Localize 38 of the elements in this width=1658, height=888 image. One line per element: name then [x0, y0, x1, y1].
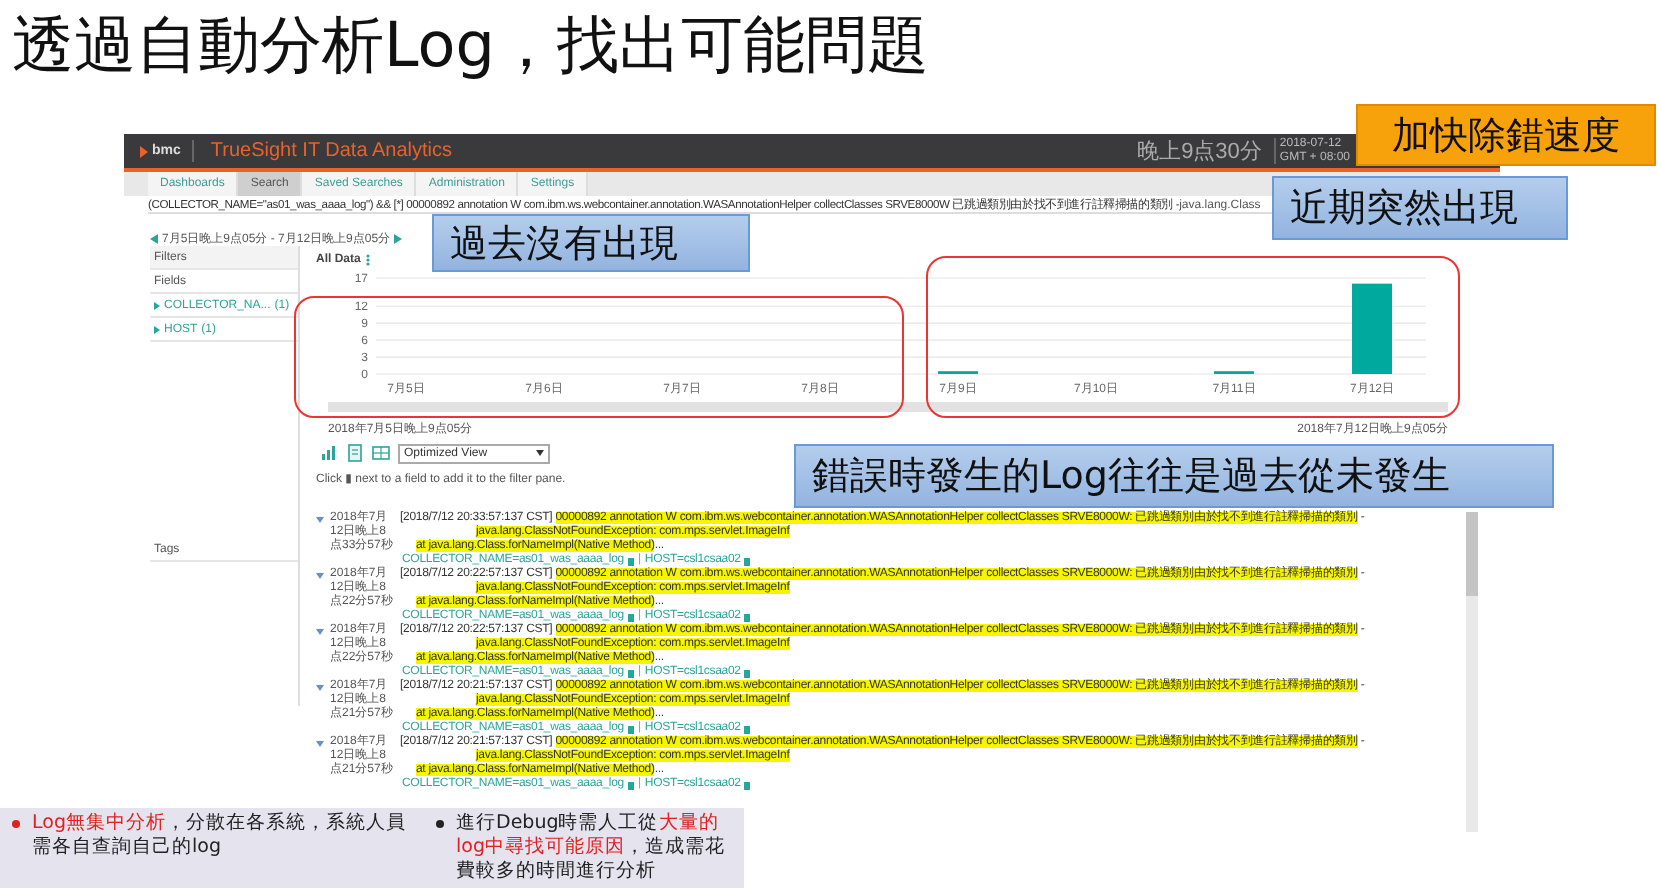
slide-title: 透過自動分析Log，找出可能問題	[12, 8, 929, 86]
product-name: TrueSight IT Data Analytics	[192, 140, 453, 162]
callout-box: 錯誤時發生的Log往往是過去從未發生	[794, 444, 1554, 508]
bookmark-icon[interactable]	[744, 613, 751, 621]
bookmark-icon[interactable]	[744, 557, 751, 565]
more-icon[interactable]	[366, 254, 371, 266]
table-icon[interactable]	[372, 444, 390, 462]
document-icon[interactable]	[346, 444, 364, 462]
chart-bar	[1352, 283, 1392, 374]
callout-box: 近期突然出現	[1272, 176, 1568, 240]
bookmark-icon[interactable]	[628, 613, 634, 621]
next-icon[interactable]	[394, 233, 403, 243]
expand-icon[interactable]	[316, 516, 324, 524]
bookmark-icon[interactable]	[628, 725, 634, 733]
expand-icon[interactable]	[154, 325, 160, 333]
scrollbar-thumb[interactable]	[1466, 512, 1478, 596]
bookmark-icon[interactable]	[744, 725, 751, 733]
bookmark-icon[interactable]	[628, 557, 634, 565]
bookmark-icon[interactable]	[744, 781, 751, 789]
bullet-icon	[436, 820, 444, 828]
expand-icon[interactable]	[316, 572, 324, 580]
bookmark-icon[interactable]	[744, 669, 751, 677]
expand-icon[interactable]	[316, 684, 324, 692]
bullet-icon	[12, 820, 20, 828]
expand-icon[interactable]	[316, 740, 324, 748]
note-text: 進行Debug時需人工從 大量的log中尋找可能原因，造成需花費較多的時間進行分析	[456, 812, 727, 886]
expand-icon[interactable]	[154, 301, 160, 309]
callout-box: 過去沒有出現	[432, 214, 750, 272]
bookmark-icon[interactable]	[628, 781, 634, 789]
caret-icon	[536, 450, 544, 456]
expand-icon[interactable]	[316, 628, 324, 636]
bar-chart-icon[interactable]	[320, 444, 338, 462]
time-range-slider[interactable]	[328, 402, 1448, 412]
callout-box: 加快除錯速度	[1356, 104, 1656, 166]
clock-text: 晚上9点30分	[1137, 137, 1262, 166]
bookmark-icon[interactable]	[628, 669, 634, 677]
previous-icon[interactable]	[150, 233, 158, 243]
note-text: Log無集中分析，分散在各系統，系統人員需各自查詢自己的log	[32, 812, 408, 862]
